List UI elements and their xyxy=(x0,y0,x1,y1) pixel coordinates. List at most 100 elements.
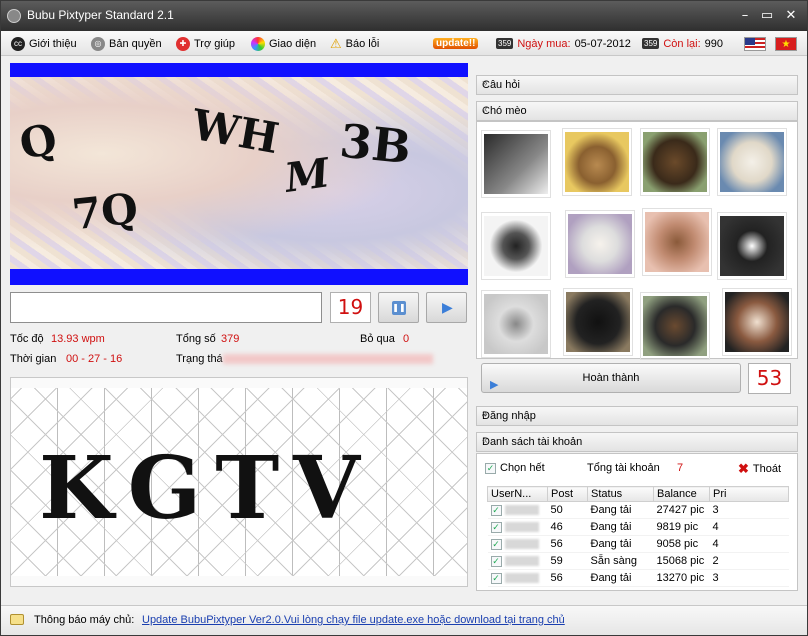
col-post[interactable]: Post xyxy=(547,486,588,502)
col-pri[interactable]: Pri xyxy=(709,486,789,502)
total-value: 379 xyxy=(221,333,240,345)
question-counter: 19 xyxy=(330,292,371,323)
code-badge: 359 xyxy=(496,38,514,49)
app-icon xyxy=(7,9,21,23)
check-icon[interactable]: ✓ xyxy=(490,539,502,550)
state-label: Trạng thá xyxy=(176,353,223,365)
accounts-total-label: Tổng tài khoản xyxy=(587,462,660,474)
lifebuoy-icon: ✚ xyxy=(176,36,190,51)
captcha-char: M xyxy=(281,149,333,202)
message-icon xyxy=(10,614,24,625)
pet-tile[interactable] xyxy=(481,212,551,280)
menu-license[interactable]: ◎ Bản quyền xyxy=(91,35,162,52)
fingerprint-icon: ◎ xyxy=(91,36,105,51)
close-icon[interactable]: ✕ xyxy=(781,7,801,25)
cat-photo xyxy=(484,134,548,194)
pet-tile[interactable] xyxy=(717,212,787,280)
pause-button[interactable]: ❚❚ xyxy=(378,292,419,323)
select-all-checkbox[interactable]: ✓ Chọn hết xyxy=(485,462,545,474)
username-redacted xyxy=(504,522,539,533)
pet-tile[interactable] xyxy=(640,292,710,360)
chevron-down-icon: » xyxy=(482,78,488,89)
table-row[interactable]: ✓ 56 Đang tải 9058 pic 4 xyxy=(487,535,789,553)
accounts-table: UserN... Post Status Balance Pri ✓ 50 Đa… xyxy=(487,486,789,587)
cat-photo xyxy=(725,292,789,352)
chevron-down-icon: » xyxy=(482,409,488,420)
time-value: 00 - 27 - 16 xyxy=(66,353,123,365)
pet-tile[interactable] xyxy=(642,208,712,276)
table-row[interactable]: ✓ 56 Đang tải 13270 pic 3 xyxy=(487,569,789,587)
menu-theme[interactable]: Giao diện xyxy=(251,35,316,52)
speed-label: Tốc độ xyxy=(10,333,44,345)
pet-grid xyxy=(476,121,798,360)
captcha-image-top: Q WH M 3B 7Q xyxy=(10,63,468,285)
menu-about[interactable]: cc Giới thiệu xyxy=(11,35,77,52)
pet-tile[interactable] xyxy=(565,210,635,278)
total-label: Tổng số xyxy=(176,333,216,345)
menu-help[interactable]: ✚ Trợ giúp xyxy=(176,35,235,52)
pet-tile[interactable] xyxy=(640,128,710,196)
section-dogcat[interactable]: Chó mèo « xyxy=(476,101,798,121)
play-icon: ▶ xyxy=(490,379,499,391)
captcha-image-bottom: KGTV xyxy=(10,377,468,587)
cat-photo xyxy=(484,294,548,354)
username-redacted xyxy=(504,505,539,516)
captcha-char: Q xyxy=(15,113,62,170)
done-button[interactable]: ▶ Hoàn thành xyxy=(481,363,741,393)
pet-tile[interactable] xyxy=(717,128,787,196)
server-notice-link[interactable]: Update BubuPixtyper Ver2.0.Vui lòng chạy… xyxy=(142,614,565,626)
maximize-icon[interactable]: ▭ xyxy=(757,7,777,25)
captcha-grid: KGTV xyxy=(11,388,467,576)
table-row[interactable]: ✓ 50 Đang tải 27427 pic 3 xyxy=(487,501,789,519)
table-row[interactable]: ✓ 46 Đang tải 9819 pic 4 xyxy=(487,518,789,536)
captcha-char: 7Q xyxy=(69,183,141,240)
dog-photo xyxy=(643,132,707,192)
state-value-redacted xyxy=(223,354,433,364)
flag-us-icon[interactable] xyxy=(744,35,766,52)
cat-photo xyxy=(566,292,630,352)
section-question[interactable]: Câu hỏi» xyxy=(476,75,798,95)
flag-vn-icon[interactable]: ★ xyxy=(775,35,797,52)
accounts-total-value: 7 xyxy=(677,462,684,474)
answer-input[interactable] xyxy=(10,292,322,323)
username-redacted xyxy=(504,539,539,550)
color-wheel-icon xyxy=(251,36,265,51)
pet-tile[interactable] xyxy=(562,128,632,196)
dog-photo xyxy=(643,296,707,356)
col-username[interactable]: UserN... xyxy=(487,486,548,502)
app-window: Bubu Pixtyper Standard 2.1 – ▭ ✕ cc Giới… xyxy=(0,0,808,636)
pet-tile[interactable] xyxy=(481,130,551,198)
username-redacted xyxy=(504,573,539,584)
remain-info: 359 Còn lại: 990 xyxy=(642,37,724,50)
check-icon[interactable]: ✓ xyxy=(490,556,502,567)
update-link[interactable]: update!! xyxy=(433,35,479,52)
dog-photo xyxy=(720,132,784,192)
x-icon: ✖ xyxy=(738,461,749,476)
check-icon: ✓ xyxy=(485,462,496,474)
cc-icon: cc xyxy=(11,36,25,51)
section-login[interactable]: Đăng nhập» xyxy=(476,406,798,426)
col-balance[interactable]: Balance xyxy=(653,486,710,502)
check-icon[interactable]: ✓ xyxy=(490,573,502,584)
exit-button[interactable]: ✖ Thoát xyxy=(738,461,781,477)
check-icon[interactable]: ✓ xyxy=(490,522,502,533)
menu-report[interactable]: ⚠ Báo lỗi xyxy=(330,35,379,52)
title-bar: Bubu Pixtyper Standard 2.1 – ▭ ✕ xyxy=(1,1,807,31)
cat-photo xyxy=(720,216,784,276)
pet-tile[interactable] xyxy=(722,288,792,356)
pet-tile[interactable] xyxy=(563,288,633,356)
dog-photo xyxy=(484,216,548,276)
pet-tile[interactable] xyxy=(481,290,551,358)
warning-icon: ⚠ xyxy=(330,35,342,51)
code-badge-2: 359 xyxy=(642,38,660,49)
status-bar: Thông báo máy chủ: Update BubuPixtyper V… xyxy=(1,605,807,635)
check-icon[interactable]: ✓ xyxy=(490,505,502,516)
dog-photo xyxy=(568,214,632,274)
play-button[interactable]: ▶ xyxy=(426,292,467,323)
pet-counter: 53 xyxy=(748,363,791,394)
minimize-icon[interactable]: – xyxy=(735,7,755,25)
table-row[interactable]: ✓ 59 Sẵn sàng 15068 pic 2 xyxy=(487,552,789,570)
col-status[interactable]: Status xyxy=(587,486,654,502)
section-accounts[interactable]: Danh sách tài khoản « xyxy=(476,432,798,452)
captcha-text: KGTV xyxy=(39,438,374,539)
